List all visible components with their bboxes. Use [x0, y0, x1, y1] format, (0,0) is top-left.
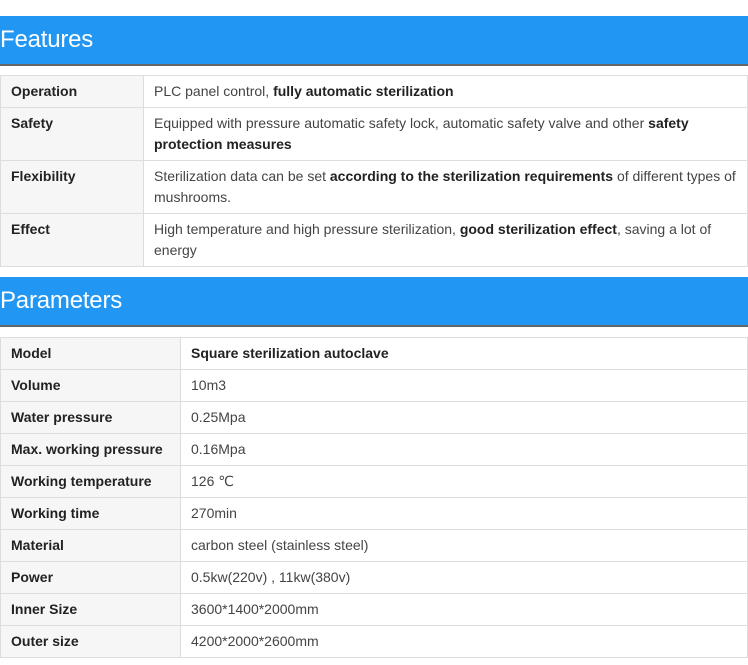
parameter-value: 3600*1400*2000mm — [180, 593, 748, 626]
parameter-row: Outer size 4200*2000*2600mm — [0, 625, 748, 658]
features-table: Operation PLC panel control, fully automa… — [0, 75, 748, 267]
parameter-row: Material carbon steel (stainless steel) — [0, 529, 748, 562]
parameter-value: carbon steel (stainless steel) — [180, 529, 748, 562]
feature-value: PLC panel control, fully automatic steri… — [143, 75, 748, 108]
parameter-value: 0.25Mpa — [180, 401, 748, 434]
parameter-value: 126 ℃ — [180, 465, 748, 498]
feature-value: Equipped with pressure automatic safety … — [143, 107, 748, 161]
features-row: Flexibility Sterilization data can be set… — [0, 160, 748, 214]
features-row: Effect High temperature and high pressure… — [0, 213, 748, 267]
feature-value-bold: according to the sterilization requireme… — [329, 168, 614, 184]
feature-value: High temperature and high pressure steri… — [143, 213, 748, 267]
parameter-row: Water pressure 0.25Mpa — [0, 401, 748, 434]
parameter-key: Working temperature — [0, 465, 181, 498]
features-header: Features — [0, 16, 748, 66]
feature-key: Safety — [0, 107, 144, 161]
feature-value-text: Sterilization data can be set — [154, 168, 330, 184]
parameter-value: 0.5kw(220v) , 11kw(380v) — [180, 561, 748, 594]
parameter-value: 4200*2000*2600mm — [180, 625, 748, 658]
parameter-key: Inner Size — [0, 593, 181, 626]
parameter-row: Power 0.5kw(220v) , 11kw(380v) — [0, 561, 748, 594]
parameter-row: Max. working pressure 0.16Mpa — [0, 433, 748, 466]
feature-value: Sterilization data can be set according … — [143, 160, 748, 214]
parameter-key: Model — [0, 337, 181, 370]
feature-key: Operation — [0, 75, 144, 108]
parameter-row: Working temperature 126 ℃ — [0, 465, 748, 498]
parameters-table: Model Square sterilization autoclave Volum… — [0, 337, 748, 658]
features-row: Operation PLC panel control, fully automa… — [0, 75, 748, 108]
parameter-key: Outer size — [0, 625, 181, 658]
feature-key: Effect — [0, 213, 144, 267]
parameter-row: Inner Size 3600*1400*2000mm — [0, 593, 748, 626]
feature-value-text: PLC panel control, — [154, 83, 274, 99]
parameter-key: Working time — [0, 497, 181, 530]
parameter-row: Volume 10m3 — [0, 369, 748, 402]
parameter-key: Material — [0, 529, 181, 562]
parameter-row: Model Square sterilization autoclave — [0, 337, 748, 370]
parameter-key: Volume — [0, 369, 181, 402]
feature-value-text: High temperature and high pressure steri… — [154, 221, 460, 237]
features-row: Safety Equipped with pressure automatic s… — [0, 107, 748, 161]
features-title: Features — [0, 26, 94, 53]
parameter-value: 10m3 — [180, 369, 748, 402]
parameter-value: 0.16Mpa — [180, 433, 748, 466]
feature-value-bold: good sterilization effect — [459, 221, 617, 237]
feature-key: Flexibility — [0, 160, 144, 214]
parameter-key: Power — [0, 561, 181, 594]
parameters-header: Parameters — [0, 277, 748, 327]
parameter-value: 270min — [180, 497, 748, 530]
parameter-value: Square sterilization autoclave — [180, 337, 748, 370]
parameter-key: Max. working pressure — [0, 433, 181, 466]
parameter-row: Working time 270min — [0, 497, 748, 530]
parameter-key: Water pressure — [0, 401, 181, 434]
feature-value-text: Equipped with pressure automatic safety … — [154, 115, 649, 131]
feature-value-bold: fully automatic sterilization — [273, 83, 454, 99]
parameters-title: Parameters — [0, 287, 123, 314]
